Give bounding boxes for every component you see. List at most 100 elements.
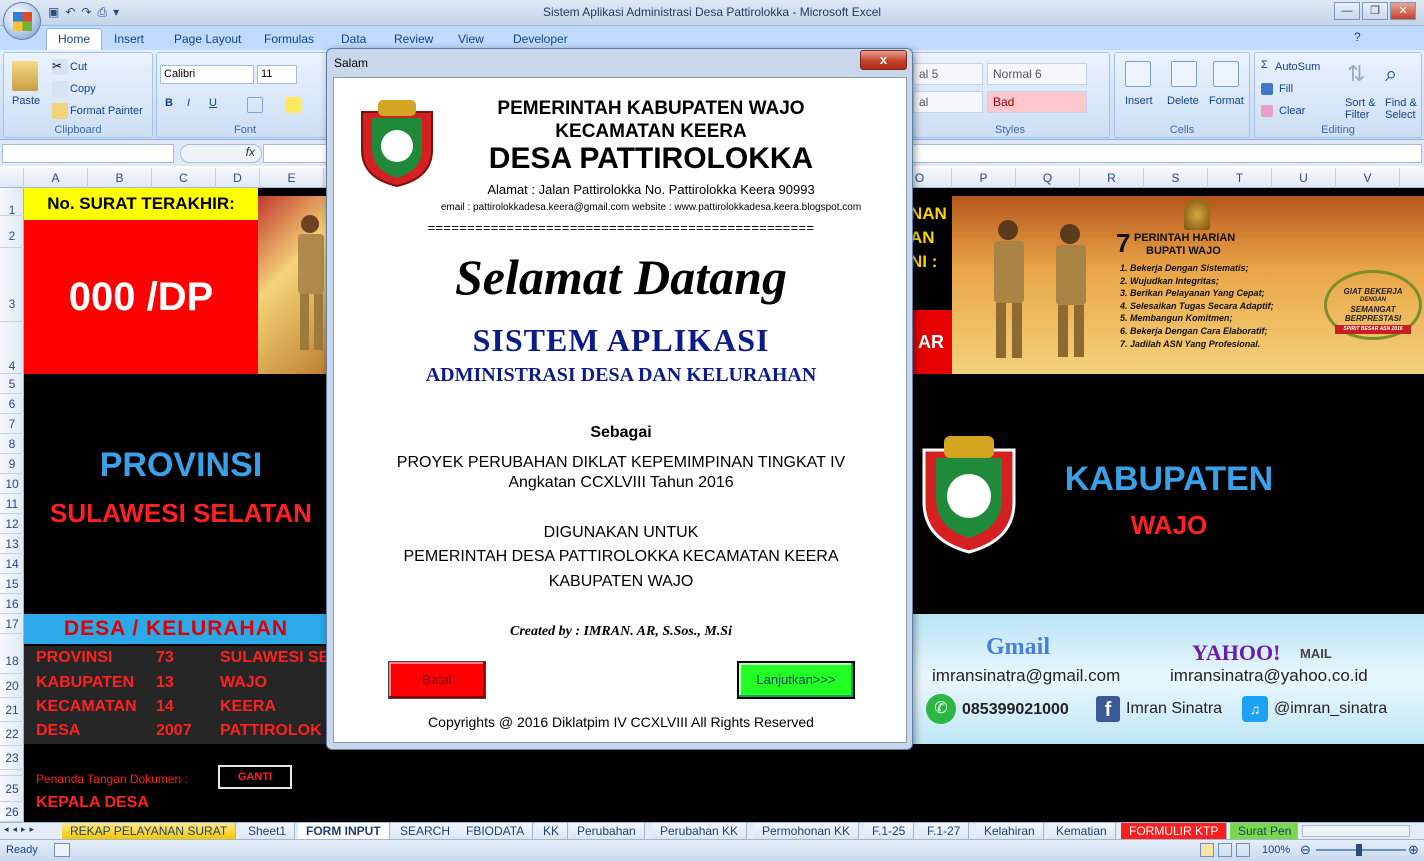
tab-developer[interactable]: Developer	[513, 32, 568, 46]
macro-record-icon[interactable]	[54, 843, 70, 857]
maximize-button[interactable]: ❐	[1362, 2, 1388, 20]
row-header[interactable]: 10	[0, 474, 24, 494]
fill-color-icon[interactable]	[285, 97, 301, 113]
row-header[interactable]: 13	[0, 534, 24, 554]
delete-cells-icon[interactable]	[1171, 61, 1197, 87]
sheet-tab[interactable]: Perubahan KK	[652, 823, 748, 839]
sort-filter-icon[interactable]: ⇅	[1347, 61, 1365, 87]
yahoo-address[interactable]: imransinatra@yahoo.co.id	[1170, 666, 1368, 686]
print-preview-icon[interactable]: ⎙	[97, 5, 107, 21]
column-header[interactable]: Q	[1016, 168, 1080, 188]
row-header[interactable]: 20	[0, 674, 24, 698]
tab-insert[interactable]: Insert	[114, 32, 144, 46]
clear-icon[interactable]	[1261, 105, 1273, 117]
select-all-corner[interactable]	[0, 168, 24, 188]
column-header[interactable]: A	[24, 168, 88, 188]
insert-function-button[interactable]: fx	[180, 144, 262, 163]
sheet-tab[interactable]: FORMULIR KTP	[1121, 823, 1228, 839]
fill-button[interactable]: Fill	[1279, 83, 1293, 95]
normal-view-icon[interactable]	[1200, 843, 1214, 857]
tab-home[interactable]: Home	[46, 28, 103, 50]
row-header[interactable]: 9	[0, 454, 24, 474]
row-header[interactable]: 23	[0, 746, 24, 770]
qat-dropdown-icon[interactable]: ▾	[113, 5, 119, 21]
cut-button[interactable]: Cut	[70, 61, 87, 73]
row-header[interactable]: 22	[0, 722, 24, 746]
insert-cells-icon[interactable]	[1125, 61, 1151, 87]
column-header[interactable]: B	[88, 168, 152, 188]
minimize-button[interactable]: —	[1334, 2, 1360, 20]
insert-cells-button[interactable]: Insert	[1125, 95, 1153, 107]
format-painter-button[interactable]: Format Painter	[70, 105, 143, 117]
batal-button[interactable]: Batal	[388, 661, 486, 699]
row-header[interactable]: 25	[0, 776, 24, 802]
row-header[interactable]: 6	[0, 394, 24, 414]
underline-icon[interactable]: U	[209, 97, 217, 109]
sheet-tab[interactable]: Kematian	[1048, 823, 1116, 839]
sheet-tab[interactable]: FBIODATA	[458, 823, 534, 839]
copy-icon[interactable]	[52, 81, 68, 97]
undo-icon[interactable]: ↶	[65, 5, 75, 21]
tab-data[interactable]: Data	[341, 32, 366, 46]
column-header[interactable]: T	[1208, 168, 1272, 188]
row-header[interactable]: 2	[0, 216, 24, 248]
paste-icon[interactable]	[12, 61, 38, 91]
row-header[interactable]: 17	[0, 614, 24, 634]
row-header[interactable]: 16	[0, 594, 24, 614]
sheet-tab[interactable]: F.1-25	[864, 823, 915, 839]
sheet-tab[interactable]: Permohonan KK	[754, 823, 860, 839]
row-header[interactable]: 21	[0, 698, 24, 722]
row-header[interactable]: 26	[0, 802, 24, 822]
style-cell-5[interactable]: al 5	[913, 63, 983, 85]
format-cells-icon[interactable]	[1213, 61, 1239, 87]
sheet-tab[interactable]: Surat Pen	[1230, 823, 1298, 839]
ganti-button[interactable]: GANTI	[218, 765, 292, 789]
format-painter-icon[interactable]	[52, 103, 68, 119]
style-bad[interactable]: Bad	[987, 91, 1087, 113]
page-break-view-icon[interactable]	[1236, 843, 1250, 857]
sheet-tab[interactable]: KK	[535, 823, 569, 839]
row-header[interactable]: 3	[0, 248, 24, 322]
font-name-combo[interactable]: Calibri	[160, 65, 254, 84]
redo-icon[interactable]: ↷	[81, 5, 91, 21]
column-header[interactable]: D	[216, 168, 260, 188]
sheet-tab-active[interactable]: FORM INPUT	[298, 823, 390, 839]
borders-icon[interactable]	[247, 97, 263, 113]
column-header[interactable]: U	[1272, 168, 1336, 188]
tab-review[interactable]: Review	[394, 32, 433, 46]
autosum-icon[interactable]: Σ	[1261, 59, 1268, 71]
save-icon[interactable]: ▣	[48, 5, 59, 21]
row-header[interactable]: 12	[0, 514, 24, 534]
copy-button[interactable]: Copy	[70, 83, 96, 95]
find-icon[interactable]: ⌕	[1385, 61, 1397, 87]
column-header[interactable]: P	[952, 168, 1016, 188]
paste-button[interactable]: Paste	[12, 95, 40, 107]
horizontal-scrollbar[interactable]	[1302, 825, 1410, 837]
row-header[interactable]: 7	[0, 414, 24, 434]
lanjutkan-button[interactable]: Lanjutkan>>>	[737, 661, 855, 699]
zoom-in-icon[interactable]: ⊕	[1408, 842, 1419, 858]
zoom-out-icon[interactable]: ⊖	[1300, 842, 1311, 858]
column-header[interactable]: C	[152, 168, 216, 188]
office-button[interactable]	[3, 2, 41, 40]
dialog-close-button[interactable]: x	[860, 50, 907, 70]
page-layout-view-icon[interactable]	[1218, 843, 1232, 857]
tab-view[interactable]: View	[458, 32, 484, 46]
clear-button[interactable]: Clear	[1279, 105, 1305, 117]
font-size-combo[interactable]: 11	[257, 65, 297, 84]
select-button[interactable]: Select	[1385, 109, 1416, 121]
column-header[interactable]: E	[260, 168, 324, 188]
twitter-handle[interactable]: @imran_sinatra	[1274, 700, 1387, 718]
sheet-tab[interactable]: Perubahan	[569, 823, 645, 839]
sort-button[interactable]: Sort &	[1345, 97, 1376, 109]
fill-icon[interactable]	[1261, 83, 1273, 95]
facebook-name[interactable]: Imran Sinatra	[1126, 700, 1222, 718]
row-header[interactable]: 8	[0, 434, 24, 454]
delete-cells-button[interactable]: Delete	[1167, 95, 1199, 107]
help-icon[interactable]: ?	[1354, 30, 1361, 44]
tab-page-layout[interactable]: Page Layout	[174, 32, 241, 46]
row-header[interactable]: 18	[0, 634, 24, 674]
format-cells-button[interactable]: Format	[1209, 95, 1244, 107]
column-header[interactable]: V	[1336, 168, 1400, 188]
autosum-button[interactable]: AutoSum	[1275, 61, 1320, 73]
